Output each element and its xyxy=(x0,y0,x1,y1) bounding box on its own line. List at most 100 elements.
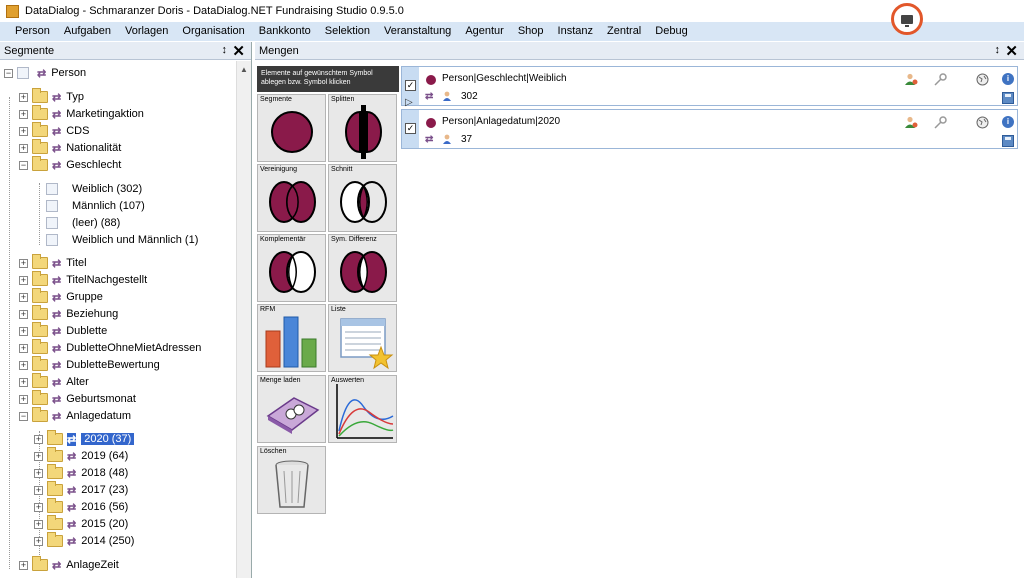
set-card[interactable]: ✓ Person|Geschlecht|Weiblich ⇄ 302 i xyxy=(401,66,1018,106)
folder-icon xyxy=(32,322,48,337)
close-icon[interactable]: ✕ xyxy=(1005,42,1018,60)
expand-icon[interactable]: + xyxy=(19,309,28,319)
pin-icon[interactable]: ↕ xyxy=(995,44,1001,56)
key-icon[interactable] xyxy=(934,116,947,129)
set-checkbox[interactable]: ✓ xyxy=(405,123,416,134)
scroll-up-icon[interactable]: ▲ xyxy=(240,65,248,74)
expand-icon[interactable]: + xyxy=(34,468,43,478)
info-icon[interactable]: i xyxy=(1002,73,1014,85)
pin-icon[interactable]: ↕ xyxy=(222,44,228,56)
tree-leaf[interactable]: Weiblich und Männlich (1) xyxy=(46,232,198,248)
key-icon[interactable] xyxy=(934,73,947,86)
expand-icon[interactable]: + xyxy=(34,451,43,461)
expand-icon[interactable]: + xyxy=(19,258,28,268)
tree-node-geschlecht[interactable]: − ⇄ Geschlecht xyxy=(19,156,121,173)
expand-icon[interactable]: + xyxy=(19,360,28,370)
save-icon[interactable] xyxy=(1002,135,1014,147)
collapse-icon[interactable]: − xyxy=(4,68,13,78)
tile-menge-laden[interactable]: Menge laden xyxy=(257,375,326,443)
tree-node-group[interactable]: + ⇄ Geburtsmonat xyxy=(19,390,136,407)
tree-node-group[interactable]: + ⇄ Typ xyxy=(19,88,84,105)
tree-node-group[interactable]: + ⇄ Nationalität xyxy=(19,139,121,156)
tree-label: Geburtsmonat xyxy=(66,393,136,405)
save-icon[interactable] xyxy=(1002,92,1014,104)
tile-rfm[interactable]: RFM xyxy=(257,304,326,372)
expand-icon[interactable]: + xyxy=(34,485,43,495)
expand-icon[interactable]: + xyxy=(19,92,28,102)
expand-icon[interactable]: + xyxy=(19,126,28,136)
tree-node-year[interactable]: + ⇄ 2016 (56) xyxy=(34,498,128,515)
menu-instanz[interactable]: Instanz xyxy=(551,22,600,41)
tree-node-group[interactable]: + ⇄ CDS xyxy=(19,122,89,139)
menu-organisation[interactable]: Organisation xyxy=(175,22,251,41)
tile-splitten[interactable]: Splitten xyxy=(328,94,397,162)
tree-node-year-selected[interactable]: + ⇄ 2020 (37) xyxy=(34,430,135,447)
tile-schnitt[interactable]: Schnitt xyxy=(328,164,397,232)
menu-agentur[interactable]: Agentur xyxy=(458,22,511,41)
tile-vereinigung[interactable]: Vereinigung xyxy=(257,164,326,232)
tile-segmente[interactable]: Segmente xyxy=(257,94,326,162)
expand-icon[interactable]: + xyxy=(34,434,43,444)
tree-leaf[interactable]: Männlich (107) xyxy=(46,198,145,214)
globe-icon[interactable] xyxy=(976,73,989,86)
tree-node-group[interactable]: + ⇄ AnlageZeit xyxy=(19,556,119,573)
menu-person[interactable]: Person xyxy=(8,22,57,41)
menu-zentral[interactable]: Zentral xyxy=(600,22,648,41)
set-checkbox[interactable]: ✓ xyxy=(405,80,416,91)
expand-icon[interactable]: + xyxy=(34,502,43,512)
tree-node-group[interactable]: + ⇄ TitelNachgestellt xyxy=(19,271,147,288)
tree-node-year[interactable]: + ⇄ 2017 (23) xyxy=(34,481,128,498)
tree-leaf[interactable]: (leer) (88) xyxy=(46,215,120,231)
globe-icon[interactable] xyxy=(976,116,989,129)
menu-aufgaben[interactable]: Aufgaben xyxy=(57,22,118,41)
tree-leaf[interactable]: Weiblich (302) xyxy=(46,181,142,197)
tree-node-group[interactable]: + ⇄ Marketingaktion xyxy=(19,105,144,122)
tree-node-group[interactable]: + ⇄ DubletteOhneMietAdressen xyxy=(19,339,201,356)
expand-icon[interactable]: + xyxy=(34,519,43,529)
collapse-icon[interactable]: − xyxy=(19,411,28,421)
collapse-icon[interactable]: − xyxy=(19,160,28,170)
menu-selektion[interactable]: Selektion xyxy=(318,22,377,41)
segment-icon: ⇄ xyxy=(67,501,77,514)
tile-sym-differenz[interactable]: Sym. Differenz xyxy=(328,234,397,302)
expand-icon[interactable]: + xyxy=(19,326,28,336)
tree-node-group[interactable]: + ⇄ Gruppe xyxy=(19,288,103,305)
menu-shop[interactable]: Shop xyxy=(511,22,551,41)
tree-scrollbar[interactable]: ▲ xyxy=(236,61,251,578)
tree-node-group[interactable]: + ⇄ DubletteBewertung xyxy=(19,356,160,373)
expand-icon[interactable]: + xyxy=(19,560,28,570)
expand-icon[interactable]: + xyxy=(19,394,28,404)
menu-veranstaltung[interactable]: Veranstaltung xyxy=(377,22,458,41)
tree-node-group[interactable]: + ⇄ Beziehung xyxy=(19,305,118,322)
screen-record-button[interactable] xyxy=(891,3,923,35)
tree-node-group[interactable]: + ⇄ Titel xyxy=(19,254,87,271)
tile-auswerten[interactable]: Auswerten xyxy=(328,375,397,443)
set-card[interactable]: ✓ Person|Anlagedatum|2020 ⇄ 37 i xyxy=(401,109,1018,149)
tree-node-person[interactable]: − ⇄ Person xyxy=(4,65,86,81)
user-group-icon[interactable] xyxy=(905,73,918,86)
tree-node-year[interactable]: + ⇄ 2018 (48) xyxy=(34,464,128,481)
segment-dot-icon xyxy=(426,75,436,85)
expand-icon[interactable]: + xyxy=(19,143,28,153)
tree-node-year[interactable]: + ⇄ 2015 (20) xyxy=(34,515,128,532)
info-icon[interactable]: i xyxy=(1002,116,1014,128)
tree-node-year[interactable]: + ⇄ 2014 (250) xyxy=(34,532,134,549)
tree-node-group[interactable]: + ⇄ Alter xyxy=(19,373,89,390)
expand-icon[interactable]: + xyxy=(34,536,43,546)
expand-icon[interactable]: + xyxy=(19,343,28,353)
user-group-icon[interactable] xyxy=(905,116,918,129)
close-icon[interactable]: ✕ xyxy=(232,42,245,60)
tree-node-anlagedatum[interactable]: − ⇄ Anlagedatum xyxy=(19,407,131,424)
menu-vorlagen[interactable]: Vorlagen xyxy=(118,22,175,41)
expand-icon[interactable]: + xyxy=(19,109,28,119)
expand-icon[interactable]: + xyxy=(19,292,28,302)
expand-icon[interactable]: + xyxy=(19,275,28,285)
tile-liste[interactable]: Liste xyxy=(328,304,397,372)
tile-komplementaer[interactable]: Komplementär xyxy=(257,234,326,302)
tile-loeschen[interactable]: Löschen xyxy=(257,446,326,514)
expand-icon[interactable]: + xyxy=(19,377,28,387)
tree-node-year[interactable]: + ⇄ 2019 (64) xyxy=(34,447,128,464)
tree-node-group[interactable]: + ⇄ Dublette xyxy=(19,322,107,339)
menu-debug[interactable]: Debug xyxy=(648,22,694,41)
menu-bankkonto[interactable]: Bankkonto xyxy=(252,22,318,41)
